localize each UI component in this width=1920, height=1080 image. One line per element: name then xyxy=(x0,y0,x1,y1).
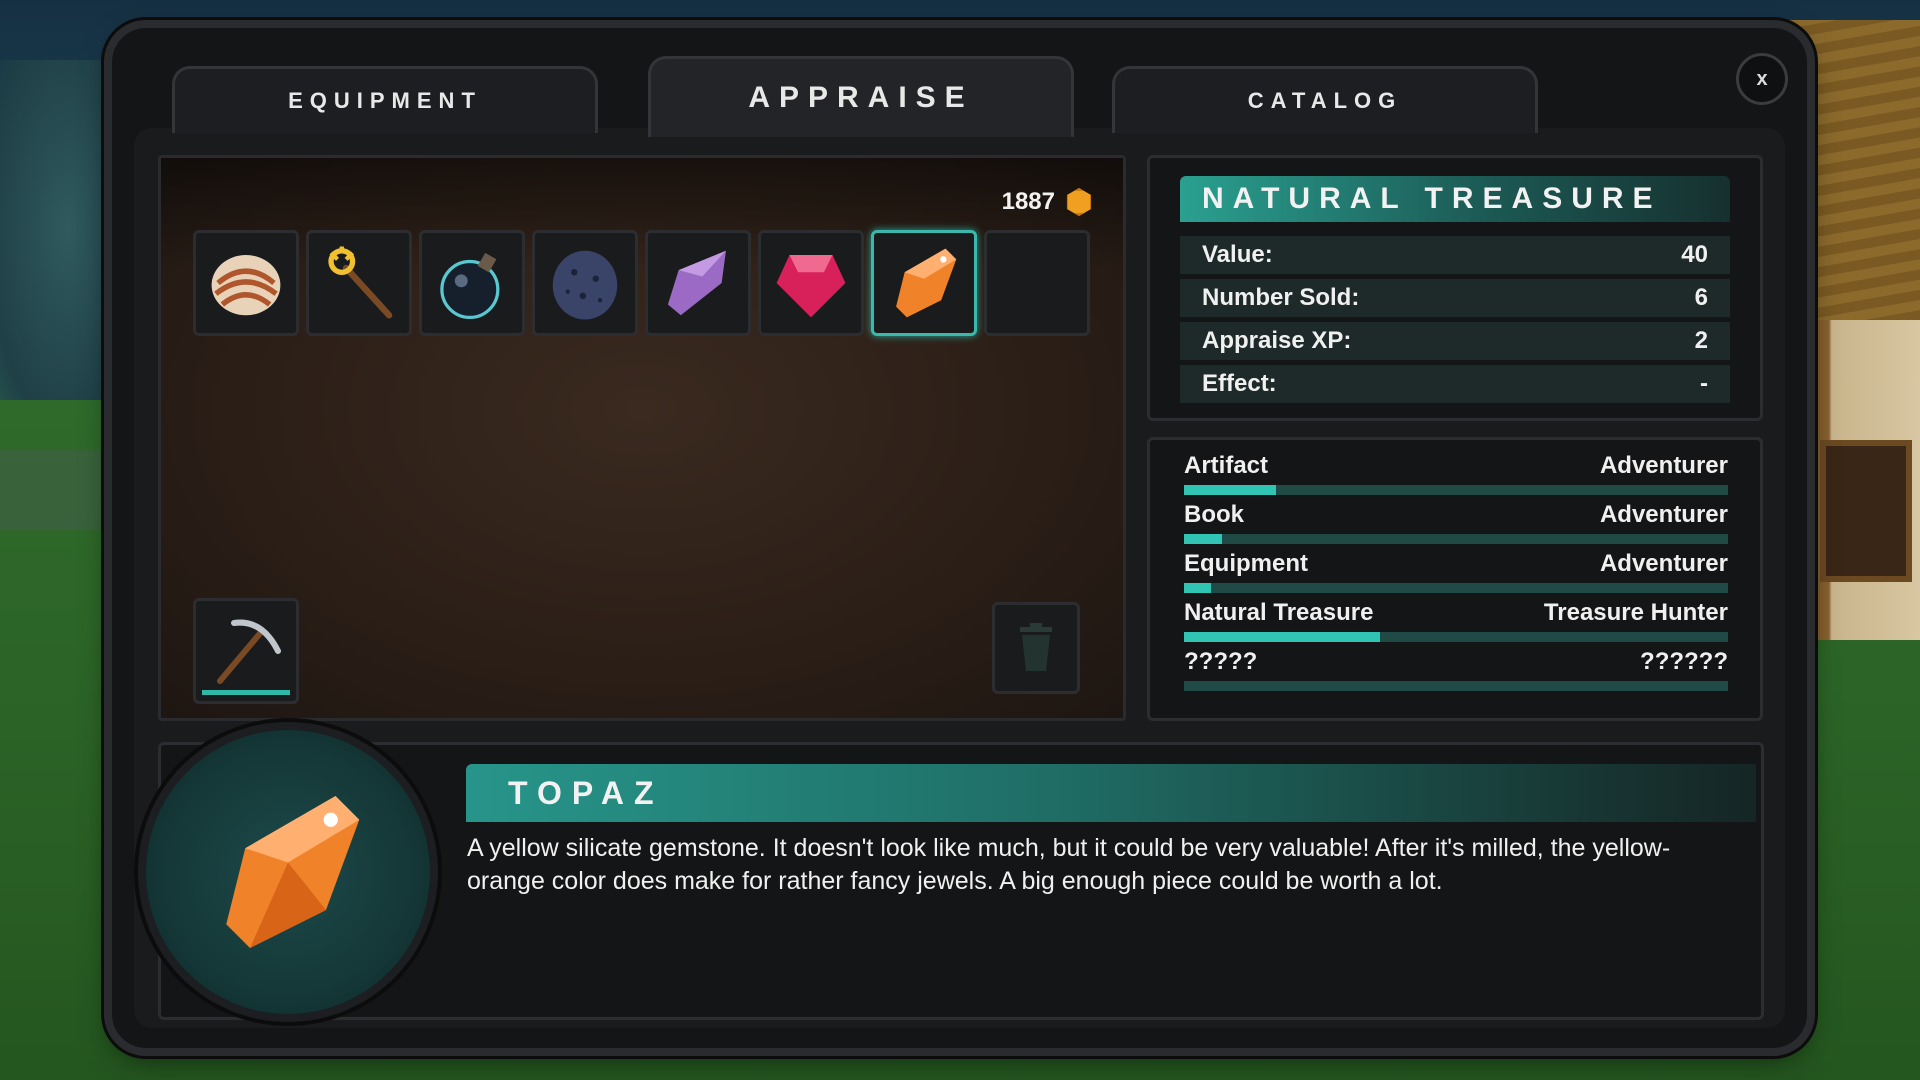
item-description: A yellow silicate gemstone. It doesn't l… xyxy=(467,834,1671,895)
stat-label: Effect: xyxy=(1202,370,1277,397)
mastery-category: Equipment xyxy=(1184,550,1308,577)
mastery-category: Natural Treasure xyxy=(1184,599,1374,626)
shell-icon xyxy=(211,255,281,316)
stat-label: Number Sold: xyxy=(1202,284,1360,311)
category-title: NATURAL TREASURE xyxy=(1180,176,1730,222)
tab-equipment[interactable]: EQUIPMENT xyxy=(172,66,598,133)
mastery-row: Artifact Adventurer xyxy=(1184,452,1728,498)
close-button[interactable]: x xyxy=(1736,53,1788,105)
mastery-rank: ?????? xyxy=(1640,648,1728,675)
inventory-slot-4[interactable] xyxy=(532,230,638,336)
stat-value: 6 xyxy=(1694,284,1708,311)
gold-counter: 1887 xyxy=(1002,188,1093,216)
mastery-progress-fill xyxy=(1184,485,1277,495)
stone-path xyxy=(0,450,120,530)
mastery-row: Natural Treasure Treasure Hunter xyxy=(1184,599,1728,645)
mastery-row: Equipment Adventurer xyxy=(1184,550,1728,596)
stat-row-number-sold: Number Sold: 6 xyxy=(1180,279,1730,317)
tool-durability-bar xyxy=(202,690,290,695)
mastery-progress-track xyxy=(1184,632,1728,642)
mastery-rank: Adventurer xyxy=(1599,452,1728,479)
appraise-mastery-panel: Artifact Adventurer Book Adventurer Equi… xyxy=(1147,437,1763,721)
trash-slot[interactable] xyxy=(992,602,1080,694)
stat-label: Value: xyxy=(1202,241,1273,268)
inventory-slot-8[interactable] xyxy=(984,230,1090,336)
category-stats-panel: NATURAL TREASURE Value: 40 Number Sold: … xyxy=(1147,155,1763,421)
inventory-slot-6[interactable] xyxy=(758,230,864,336)
mastery-progress-fill xyxy=(1184,632,1380,642)
mastery-progress-fill xyxy=(1184,534,1223,544)
item-portrait xyxy=(146,730,430,1014)
topaz-icon xyxy=(896,248,957,318)
stat-row-effect: Effect: - xyxy=(1180,365,1730,403)
stat-row-appraise-xp: Appraise XP: 2 xyxy=(1180,322,1730,360)
inventory-panel: 1887 xyxy=(158,155,1126,721)
ruby-icon xyxy=(776,255,846,318)
inventory-slot-2[interactable] xyxy=(306,230,412,336)
mastery-progress-track xyxy=(1184,534,1728,544)
mastery-category: Book xyxy=(1184,501,1244,528)
item-name: TOPAZ xyxy=(466,764,1756,822)
gold-hexagon-coin-icon xyxy=(1066,188,1092,216)
gold-amount: 1887 xyxy=(1001,188,1055,215)
mastery-rank: Adventurer xyxy=(1599,550,1728,577)
dark-stone-egg-icon xyxy=(552,250,618,320)
tab-appraise[interactable]: APPRAISE xyxy=(648,56,1074,137)
mastery-row: ????? ?????? xyxy=(1184,648,1728,694)
mastery-progress-track xyxy=(1184,583,1728,593)
tool-slot[interactable] xyxy=(193,598,299,704)
inventory-slot-5[interactable] xyxy=(645,230,751,336)
stat-value: 2 xyxy=(1694,327,1708,354)
inventory-slot-1[interactable] xyxy=(193,230,299,336)
mastery-rank: Adventurer xyxy=(1599,501,1728,528)
tab-catalog[interactable]: CATALOG xyxy=(1112,66,1538,133)
mastery-category: ????? xyxy=(1184,648,1258,675)
stat-row-value: Value: 40 xyxy=(1180,236,1730,274)
topaz-icon xyxy=(226,796,360,948)
mastery-progress-fill xyxy=(1184,583,1212,593)
mastery-rank: Treasure Hunter xyxy=(1543,599,1728,626)
golden-scepter-icon xyxy=(328,246,393,319)
purple-crystal-icon xyxy=(667,250,726,316)
mastery-progress-track xyxy=(1184,485,1728,495)
mastery-progress-track xyxy=(1184,681,1728,691)
house-window xyxy=(1820,440,1912,582)
inventory-slot-7[interactable] xyxy=(871,230,977,336)
mastery-row: Book Adventurer xyxy=(1184,501,1728,547)
pickaxe-icon xyxy=(217,619,281,684)
stat-value: - xyxy=(1700,370,1708,397)
inventory-slot-3[interactable] xyxy=(419,230,525,336)
trash-can-icon xyxy=(1020,623,1052,671)
stat-label: Appraise XP: xyxy=(1202,327,1352,354)
bomb-icon xyxy=(440,252,500,320)
stat-value: 40 xyxy=(1681,241,1708,268)
mastery-category: Artifact xyxy=(1184,452,1269,479)
